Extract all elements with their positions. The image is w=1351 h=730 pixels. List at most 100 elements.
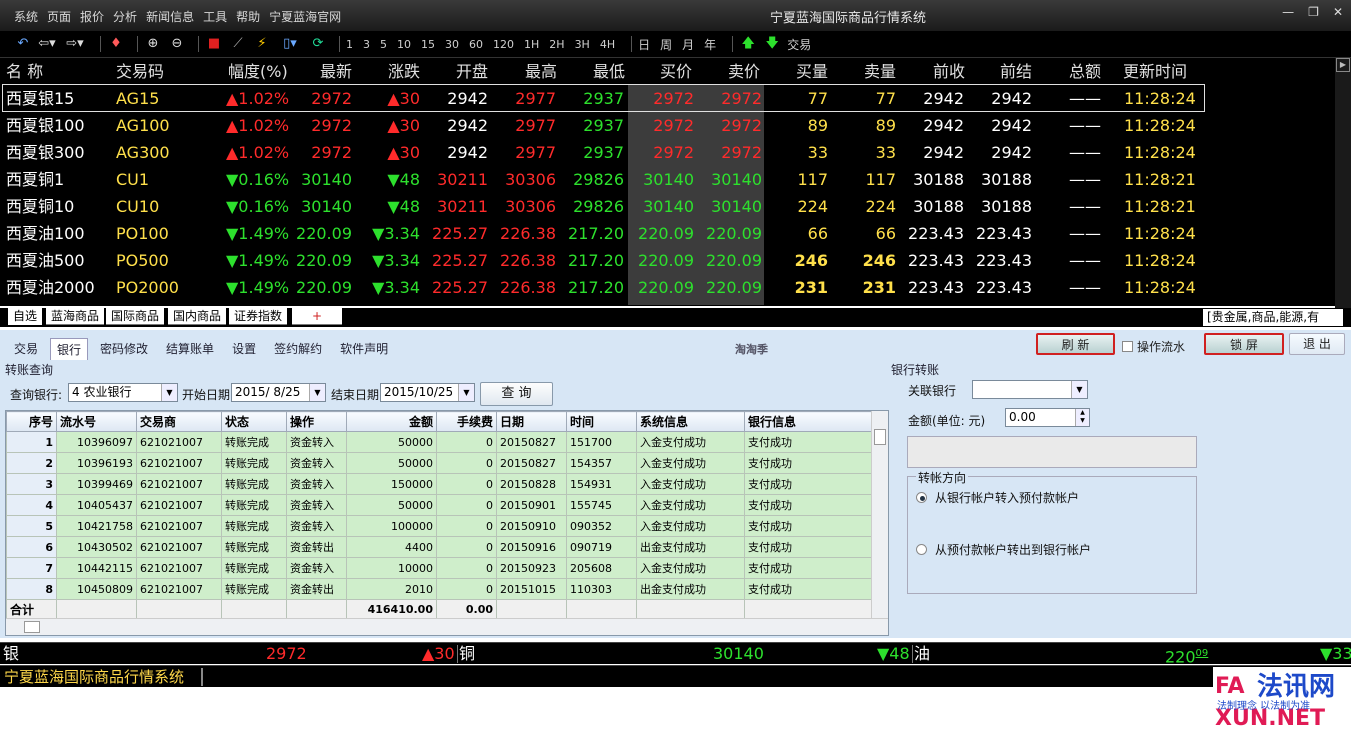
favorite-icon[interactable]: ♦	[107, 36, 125, 52]
minimize-button[interactable]: —	[1282, 5, 1294, 19]
grid-col-system-info[interactable]: 系统信息	[636, 411, 745, 432]
grid-col-operation[interactable]: 操作	[286, 411, 347, 432]
tab-international[interactable]: 国际商品	[106, 308, 165, 325]
table-row[interactable]: 5 10421758 621021007 转账完成 资金转入 100000 0 2015091…	[6, 515, 873, 537]
tab-settlement[interactable]: 结算账单	[160, 338, 220, 360]
col-prev-close[interactable]: 前收	[933, 58, 965, 85]
arrow-up-icon[interactable]: 🡅	[739, 36, 757, 52]
undo-icon[interactable]: ↶	[14, 36, 32, 52]
table-row[interactable]: 6 10430502 621021007 转账完成 资金转出 4400 0 20150916 0…	[6, 536, 873, 558]
trade-button[interactable]: 交易	[787, 36, 811, 53]
cycle-month[interactable]: 月	[682, 36, 694, 53]
tab-domestic[interactable]: 国内商品	[168, 308, 227, 325]
quote-row[interactable]: 西夏铜1 CU1 ▼0.16% 30140 ▼48 30211 30306 29826 3014…	[0, 166, 1351, 193]
col-high[interactable]: 最高	[525, 58, 557, 85]
close-button[interactable]: ✕	[1333, 5, 1343, 19]
radio-transfer-out[interactable]: 从预付款帐户转出到银行帐户	[916, 541, 1091, 558]
col-name[interactable]: 名 称	[6, 58, 43, 85]
grid-col-time[interactable]: 时间	[566, 411, 637, 432]
menu-page[interactable]: 页面	[47, 8, 71, 25]
period-3[interactable]: 3	[363, 38, 370, 51]
col-total[interactable]: 总额	[1069, 58, 1101, 85]
tab-bank[interactable]: 银行	[50, 338, 89, 360]
quote-row[interactable]: 西夏油100 PO100 ▼1.49% 220.09 ▼3.34 225.27 226.38…	[0, 220, 1351, 247]
grid-col-amount[interactable]: 金额	[346, 411, 437, 432]
cycle-year[interactable]: 年	[704, 36, 716, 53]
col-update-time[interactable]: 更新时间	[1123, 58, 1187, 85]
stop-icon[interactable]: ■	[205, 36, 223, 52]
col-open[interactable]: 开盘	[456, 58, 488, 85]
zoom-out-icon[interactable]: ⊖	[168, 36, 186, 52]
cycle-day[interactable]: 日	[638, 36, 650, 53]
start-date-picker[interactable]: 2015/ 8/25 ▼	[231, 383, 326, 402]
table-row[interactable]: 8 10450809 621021007 转账完成 资金转出 2010 0 20151015 1…	[6, 578, 873, 600]
col-ask-vol[interactable]: 卖量	[864, 58, 896, 85]
tab-settings[interactable]: 设置	[226, 338, 262, 360]
period-5[interactable]: 5	[380, 38, 387, 51]
grid-vertical-scrollbar[interactable]	[871, 411, 888, 619]
col-ask[interactable]: 卖价	[728, 58, 760, 85]
period-10[interactable]: 10	[397, 38, 411, 51]
zoom-in-icon[interactable]: ⊕	[144, 36, 162, 52]
period-4h[interactable]: 4H	[600, 38, 615, 51]
period-60[interactable]: 60	[469, 38, 483, 51]
add-tab-button[interactable]: +	[292, 308, 342, 325]
grid-col-bank-info[interactable]: 银行信息	[744, 411, 873, 432]
grid-col-serial[interactable]: 流水号	[56, 411, 137, 432]
grid-col-date[interactable]: 日期	[496, 411, 567, 432]
refresh-data-icon[interactable]: ⟳	[309, 36, 327, 52]
tab-statement[interactable]: 软件声明	[334, 338, 394, 360]
quote-scrollbar[interactable]: ▶	[1335, 58, 1351, 308]
table-row[interactable]: 7 10442115 621021007 转账完成 资金转入 10000 0 20150923…	[6, 557, 873, 579]
scroll-right-icon[interactable]: ▶	[1336, 58, 1350, 72]
period-15[interactable]: 15	[421, 38, 435, 51]
table-row[interactable]: 2 10396193 621021007 转账完成 资金转入 50000 0 20150827…	[6, 452, 873, 474]
menu-tools[interactable]: 工具	[203, 8, 227, 25]
menu-official-site[interactable]: 宁夏蓝海官网	[269, 8, 341, 25]
radio-transfer-in[interactable]: 从银行帐户转入预付款帐户	[916, 489, 1079, 506]
period-120[interactable]: 120	[493, 38, 514, 51]
lightning-icon[interactable]: ⚡	[253, 36, 271, 52]
col-bid-vol[interactable]: 买量	[796, 58, 828, 85]
period-1[interactable]: 1	[346, 38, 353, 51]
end-date-picker[interactable]: 2015/10/25 ▼	[380, 383, 475, 402]
restore-button[interactable]: ❐	[1308, 5, 1319, 19]
period-3h[interactable]: 3H	[575, 38, 590, 51]
period-30[interactable]: 30	[445, 38, 459, 51]
table-row[interactable]: 4 10405437 621021007 转账完成 资金转入 50000 0 20150901…	[6, 494, 873, 516]
quote-row[interactable]: 西夏银100 AG100 ▲1.02% 2972 ▲30 2942 2977 2937 2972…	[0, 112, 1351, 139]
flow-checkbox[interactable]: 操作流水	[1122, 338, 1185, 355]
link-bank-select[interactable]: ▼	[972, 380, 1088, 399]
col-code[interactable]: 交易码	[116, 58, 164, 85]
col-last[interactable]: 最新	[320, 58, 352, 85]
arrow-down-icon[interactable]: 🡇	[763, 36, 781, 52]
col-bid[interactable]: 买价	[660, 58, 692, 85]
table-row[interactable]: 1 10396097 621021007 转账完成 资金转入 50000 0 20150827…	[6, 431, 873, 453]
forward-icon[interactable]: ⇨▾	[62, 36, 88, 52]
col-low[interactable]: 最低	[593, 58, 625, 85]
quote-row[interactable]: 西夏铜10 CU10 ▼0.16% 30140 ▼48 30211 30306 29826 30…	[0, 193, 1351, 220]
back-icon[interactable]: ⇦▾	[38, 36, 56, 52]
exit-button[interactable]: 退 出	[1289, 333, 1345, 355]
menu-news[interactable]: 新闻信息	[146, 8, 194, 25]
menu-system[interactable]: 系统	[14, 8, 38, 25]
col-pct[interactable]: 幅度(%)	[228, 58, 288, 85]
grid-horizontal-scrollbar[interactable]	[6, 618, 888, 635]
tab-watchlist[interactable]: 自选	[8, 308, 43, 325]
tab-password[interactable]: 密码修改	[94, 338, 154, 360]
period-2h[interactable]: 2H	[549, 38, 564, 51]
table-row[interactable]: 3 10399469 621021007 转账完成 资金转入 150000 0 2015082…	[6, 473, 873, 495]
quote-row[interactable]: 西夏油2000 PO2000 ▼1.49% 220.09 ▼3.34 225.27 226.…	[0, 274, 1351, 301]
tab-trade[interactable]: 交易	[8, 338, 44, 360]
quote-row[interactable]: 西夏油500 PO500 ▼1.49% 220.09 ▼3.34 225.27 226.38…	[0, 247, 1351, 274]
cycle-week[interactable]: 周	[660, 36, 672, 53]
menu-quote[interactable]: 报价	[80, 8, 104, 25]
grid-col-status[interactable]: 状态	[221, 411, 287, 432]
amount-input[interactable]: 0.00 ▲ ▼	[1005, 408, 1090, 427]
menu-help[interactable]: 帮助	[236, 8, 260, 25]
period-1h[interactable]: 1H	[524, 38, 539, 51]
tab-sign[interactable]: 签约解约	[268, 338, 328, 360]
query-bank-select[interactable]: 4 农业银行 ▼	[68, 383, 178, 402]
tab-securities[interactable]: 证券指数	[229, 308, 288, 325]
col-change[interactable]: 涨跌	[388, 58, 420, 85]
